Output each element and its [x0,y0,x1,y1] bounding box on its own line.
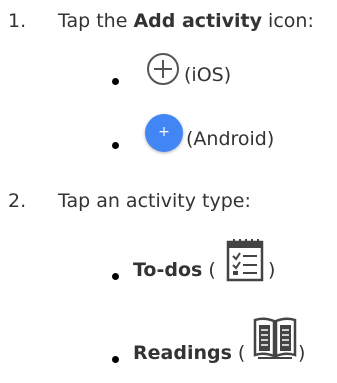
checklist-icon [226,239,264,282]
android-label: (Android) [186,128,275,150]
bullet [112,273,119,280]
blue-plus-button-icon: + [145,114,183,152]
step-2-text: Tap an activity type: [58,190,251,212]
book-icon [253,317,297,359]
readings-paren-close: ) [298,342,306,364]
todos-label: To-dos [133,259,203,281]
readings-label: Readings [133,342,232,364]
todos-item: To-dos ( [133,259,216,281]
readings-paren-open: ( [231,342,246,364]
step-1-text: Tap the Add activity icon: [58,10,314,32]
readings-item: Readings ( [133,342,245,364]
bullet [112,356,119,363]
add-activity-label: Add activity [133,10,263,32]
todos-paren-open: ( [202,259,216,281]
bullet [112,78,119,85]
step-1-text-after: icon: [262,10,314,32]
step-1-text-before: Tap the [58,10,134,32]
step-2-number: 2. [8,190,27,212]
todos-paren-close: ) [268,259,276,281]
bullet [112,142,119,149]
circled-plus-icon [147,53,179,85]
ios-label: (iOS) [184,64,232,86]
step-1-number: 1. [8,10,27,32]
